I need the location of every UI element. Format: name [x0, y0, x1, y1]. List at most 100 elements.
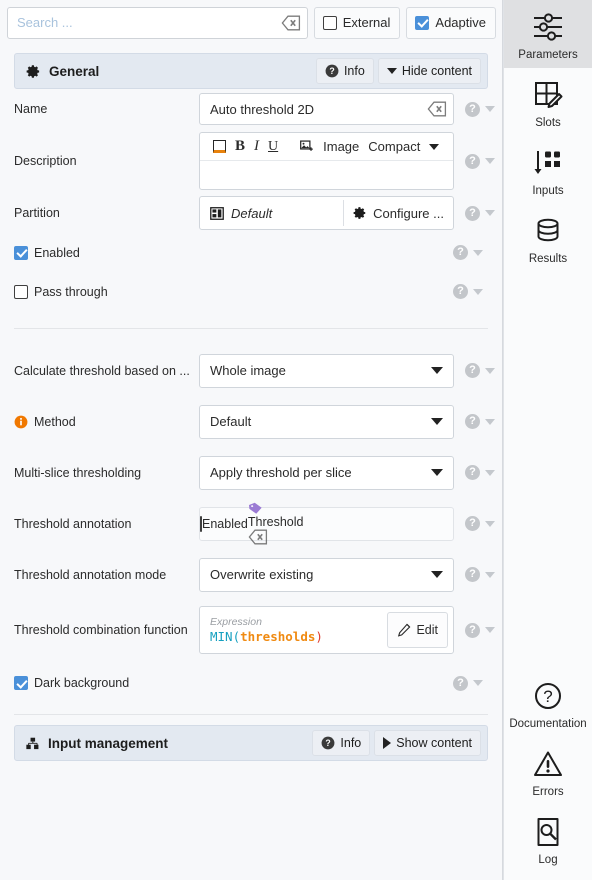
question-mark-icon[interactable]: ?: [453, 675, 468, 691]
threshold-annotation-tag-field[interactable]: Threshold: [248, 502, 304, 545]
name-clear-icon[interactable]: [427, 101, 447, 117]
underline-button[interactable]: U: [268, 139, 278, 155]
chevron-down-icon[interactable]: [485, 210, 495, 216]
insert-image-label[interactable]: Image: [323, 139, 359, 154]
question-mark-icon[interactable]: ?: [465, 516, 480, 531]
chevron-down-icon[interactable]: [485, 571, 495, 578]
threshold-annotation-enabled-toggle[interactable]: Enabled: [200, 515, 248, 532]
chevron-down-icon[interactable]: [485, 627, 495, 633]
adaptive-checkbox[interactable]: [415, 15, 430, 30]
search-clear-icon[interactable]: [281, 15, 301, 31]
section-header-input-management[interactable]: Input management ? Info Show content: [14, 725, 488, 761]
question-mark-icon[interactable]: ?: [465, 153, 480, 169]
partition-value-wrap[interactable]: Default: [200, 206, 343, 221]
description-mode-label[interactable]: Compact: [368, 139, 420, 154]
row-pass-through: Pass through ?: [0, 272, 502, 311]
chevron-down-icon[interactable]: [473, 680, 483, 686]
chevron-down-icon[interactable]: [431, 367, 443, 374]
question-mark-icon[interactable]: ?: [465, 363, 480, 378]
description-textarea[interactable]: [200, 161, 453, 189]
external-checkbox[interactable]: [322, 15, 337, 30]
rail-item-log[interactable]: Log: [504, 805, 592, 880]
bold-button[interactable]: B: [235, 138, 245, 155]
threshold-annotation-checkbox[interactable]: [200, 515, 202, 532]
question-mark-icon[interactable]: ?: [465, 567, 480, 582]
chevron-down-icon[interactable]: [485, 158, 495, 164]
enabled-checkbox-row[interactable]: Enabled: [14, 245, 442, 260]
rail-item-results[interactable]: Results: [504, 204, 592, 272]
rail-item-slots[interactable]: Slots: [504, 68, 592, 136]
italic-button[interactable]: I: [254, 138, 259, 155]
threshold-annotation-mode-select[interactable]: Overwrite existing: [199, 557, 454, 592]
dark-background-checkbox[interactable]: [14, 676, 28, 690]
general-toggle-button[interactable]: Hide content: [377, 58, 481, 84]
partition-field[interactable]: Default Configure ...: [199, 196, 454, 230]
pass-through-checkbox-row[interactable]: Pass through: [14, 284, 442, 299]
name-field[interactable]: Auto threshold 2D: [199, 93, 454, 125]
label-threshold-annotation: Threshold annotation: [14, 516, 132, 531]
search-field[interactable]: [7, 6, 308, 39]
chevron-down-icon[interactable]: [473, 288, 483, 295]
calculate-threshold-select[interactable]: Whole image: [199, 353, 454, 388]
description-editor[interactable]: B I U Image Compact: [199, 132, 454, 190]
info-circle-icon: ?: [321, 736, 335, 750]
help-pass-through[interactable]: ?: [442, 284, 488, 299]
multi-slice-select[interactable]: Apply threshold per slice: [199, 455, 454, 490]
help-name[interactable]: ?: [454, 101, 500, 117]
chevron-down-icon[interactable]: [429, 143, 440, 150]
help-method[interactable]: ?: [454, 414, 500, 429]
help-enabled[interactable]: ?: [442, 245, 488, 260]
rail-item-documentation[interactable]: ? Documentation: [504, 669, 592, 737]
insert-image-icon[interactable]: [300, 140, 314, 153]
rail-label-slots: Slots: [535, 117, 561, 129]
rail-item-parameters[interactable]: Parameters: [503, 0, 592, 68]
external-checkbox-button[interactable]: External: [313, 6, 401, 39]
question-mark-icon[interactable]: ?: [465, 205, 480, 221]
chevron-down-icon[interactable]: [485, 367, 495, 374]
section-label-general: General: [49, 63, 100, 79]
help-description[interactable]: ?: [454, 153, 500, 169]
input-management-info-button[interactable]: ? Info: [312, 730, 371, 756]
adaptive-checkbox-button[interactable]: Adaptive: [406, 6, 496, 39]
threshold-annotation-tag-value[interactable]: Threshold: [248, 515, 304, 529]
search-input[interactable]: [17, 15, 281, 30]
question-mark-icon[interactable]: ?: [453, 245, 468, 260]
name-value[interactable]: Auto threshold 2D: [210, 102, 427, 117]
pass-through-checkbox[interactable]: [14, 284, 28, 299]
info-orange-icon[interactable]: [14, 415, 28, 429]
dark-background-checkbox-row[interactable]: Dark background: [14, 676, 442, 690]
chevron-down-icon[interactable]: [431, 469, 443, 476]
question-mark-icon[interactable]: ?: [465, 622, 480, 638]
help-partition[interactable]: ?: [454, 205, 500, 221]
rail-item-inputs[interactable]: Inputs: [504, 136, 592, 204]
expression-edit-button[interactable]: Edit: [387, 612, 448, 648]
question-mark-icon[interactable]: ?: [453, 284, 468, 299]
partition-configure-button[interactable]: Configure ...: [344, 206, 453, 221]
help-multi-slice[interactable]: ?: [454, 465, 500, 480]
help-dark-background[interactable]: ?: [442, 675, 488, 691]
text-color-icon[interactable]: [213, 140, 226, 153]
threshold-combination-expression-field[interactable]: Expression MIN(thresholds) Edit: [199, 606, 454, 654]
question-mark-icon[interactable]: ?: [465, 414, 480, 429]
chevron-down-icon[interactable]: [485, 469, 495, 476]
chevron-down-icon[interactable]: [431, 571, 443, 578]
help-calculate-threshold[interactable]: ?: [454, 363, 500, 378]
question-mark-icon[interactable]: ?: [465, 465, 480, 480]
help-threshold-annotation[interactable]: ?: [454, 516, 500, 531]
chevron-down-icon[interactable]: [485, 106, 495, 112]
chevron-down-icon[interactable]: [431, 418, 443, 425]
input-management-toggle-button[interactable]: Show content: [374, 730, 481, 756]
chevron-down-icon[interactable]: [485, 418, 495, 425]
help-threshold-combination[interactable]: ?: [454, 622, 500, 638]
question-mark-icon[interactable]: ?: [465, 101, 480, 117]
enabled-checkbox[interactable]: [14, 245, 28, 260]
threshold-annotation-mode-value: Overwrite existing: [210, 567, 314, 582]
rail-item-errors[interactable]: Errors: [504, 737, 592, 805]
section-header-general[interactable]: General ? Info Hide content: [14, 53, 488, 89]
chevron-down-icon[interactable]: [473, 249, 483, 256]
general-info-button[interactable]: ? Info: [315, 58, 374, 84]
threshold-annotation-clear-icon[interactable]: [248, 529, 304, 545]
chevron-down-icon[interactable]: [485, 520, 495, 527]
help-threshold-annotation-mode[interactable]: ?: [454, 567, 500, 582]
method-select[interactable]: Default: [199, 404, 454, 439]
